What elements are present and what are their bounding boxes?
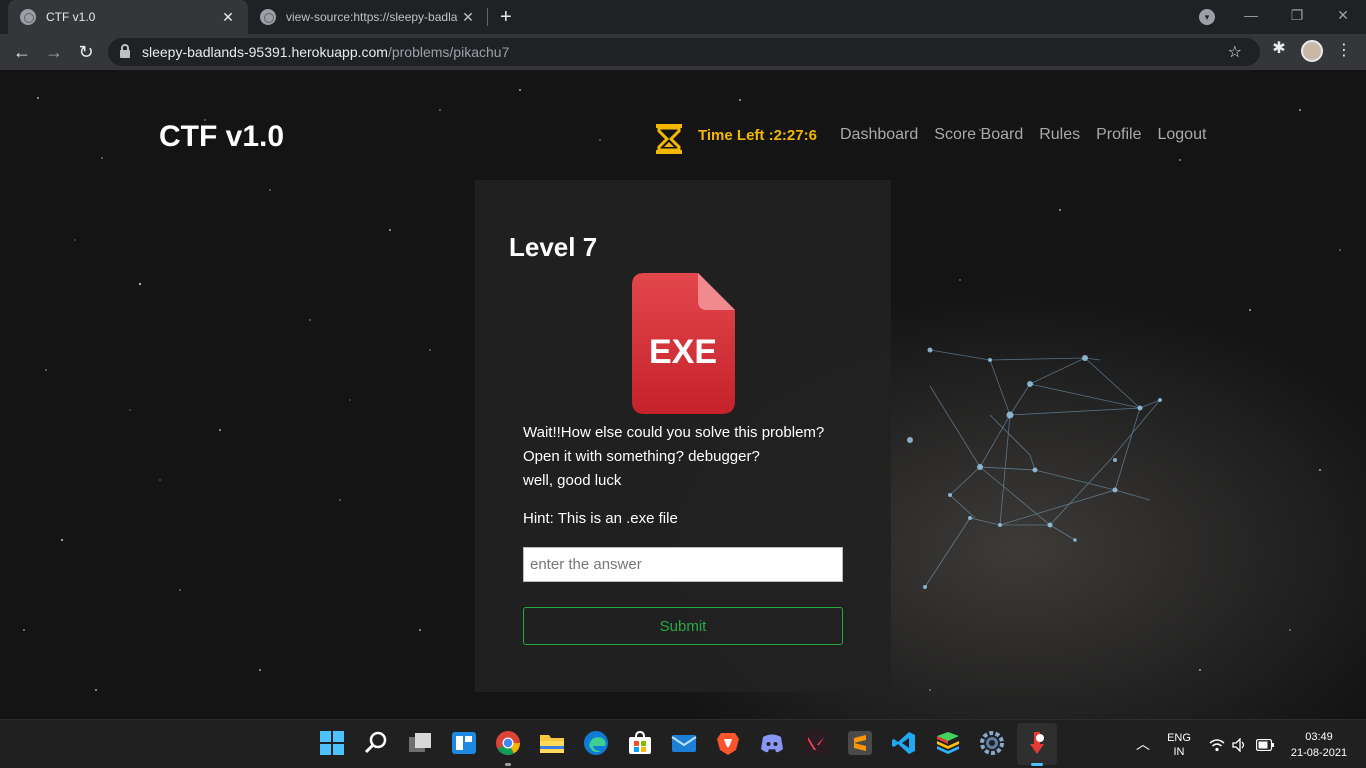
- url-path: /problems/pikachu7: [387, 44, 510, 60]
- chevron-up-icon[interactable]: ︿: [1136, 734, 1150, 754]
- avatar[interactable]: [1301, 40, 1323, 62]
- language-indicator[interactable]: ENG IN: [1162, 731, 1196, 759]
- reload-icon[interactable]: ↻: [72, 38, 100, 66]
- back-icon[interactable]: ←: [8, 38, 36, 66]
- hourglass-icon: [656, 124, 682, 154]
- store-icon[interactable]: [627, 730, 653, 756]
- globe-icon: [20, 9, 36, 25]
- active-indicator: [1031, 763, 1043, 766]
- tab-view-source[interactable]: view-source:https://sleepy-badla ✕: [248, 0, 488, 34]
- window-close-icon[interactable]: ✕: [1320, 0, 1366, 30]
- tab-divider: [487, 8, 488, 26]
- description-line: Open it with something? debugger?: [523, 448, 760, 465]
- taskbar: ︿ ENG IN 03:49 21-08-2021: [0, 719, 1366, 768]
- task-view-icon[interactable]: [407, 730, 433, 756]
- bluestacks-icon[interactable]: [935, 730, 961, 756]
- tab-title: CTF v1.0: [46, 10, 96, 24]
- vscode-icon[interactable]: [891, 730, 917, 756]
- exe-file-icon[interactable]: EXE: [632, 273, 735, 414]
- submit-button[interactable]: Submit: [523, 607, 843, 645]
- brave-icon[interactable]: [715, 730, 741, 756]
- tab-title: view-source:https://sleepy-badla: [286, 10, 458, 24]
- running-indicator: [505, 763, 511, 766]
- close-tab-icon[interactable]: ✕: [220, 9, 236, 26]
- tab-ctf[interactable]: CTF v1.0 ✕: [8, 0, 248, 34]
- windows-start-icon[interactable]: [319, 730, 345, 756]
- clock-time: 03:49: [1305, 731, 1333, 743]
- nav-rules[interactable]: Rules: [1039, 126, 1080, 144]
- tab-search-icon[interactable]: ▾: [1199, 9, 1215, 25]
- url-host: sleepy-badlands-95391.herokuapp.com: [142, 44, 388, 60]
- mail-icon[interactable]: [671, 730, 697, 756]
- main-nav: Dashboard Score Board Rules Profile Logo…: [840, 126, 1206, 144]
- time-left: Time Left :2:27:6: [698, 127, 817, 144]
- restore-icon[interactable]: ❐: [1274, 0, 1320, 30]
- extensions-icon[interactable]: ✱: [1268, 38, 1290, 60]
- battery-icon[interactable]: [1256, 739, 1274, 751]
- globe-icon: [260, 9, 276, 25]
- page-content: CTF v1.0 Time Left :2:27:6 Dashboard Sco…: [0, 70, 1366, 719]
- problem-description: Wait!!How else could you solve this prob…: [523, 421, 863, 493]
- address-bar[interactable]: sleepy-badlands-95391.herokuapp.com/prob…: [108, 38, 1260, 66]
- nav-score-board[interactable]: Score Board: [934, 126, 1023, 144]
- clock-date: 21-08-2021: [1290, 747, 1348, 759]
- nav-profile[interactable]: Profile: [1096, 126, 1141, 144]
- description-line: Wait!!How else could you solve this prob…: [523, 424, 825, 441]
- wifi-icon[interactable]: [1209, 738, 1225, 752]
- brand-logo[interactable]: CTF v1.0: [159, 120, 284, 154]
- search-icon[interactable]: [363, 730, 389, 756]
- file-explorer-icon[interactable]: [539, 730, 565, 756]
- settings-icon[interactable]: [979, 730, 1005, 756]
- exe-label: EXE: [649, 333, 717, 371]
- sublime-text-icon[interactable]: [847, 730, 873, 756]
- level-title: Level 7: [509, 232, 598, 262]
- clock[interactable]: 03:49 21-08-2021: [1286, 730, 1352, 760]
- lock-icon[interactable]: [120, 44, 130, 58]
- nav-dashboard[interactable]: Dashboard: [840, 126, 918, 144]
- problem-card: Level 7 EXE Wait!!How else could you sol…: [475, 180, 891, 692]
- browser-toolbar: ← → ↻ sleepy-badlands-95391.herokuapp.co…: [0, 34, 1366, 70]
- answer-input[interactable]: [523, 547, 843, 582]
- valorant-icon[interactable]: [803, 730, 829, 756]
- forward-icon[interactable]: →: [40, 38, 68, 66]
- volume-icon[interactable]: [1232, 738, 1248, 752]
- widgets-icon[interactable]: [451, 730, 477, 756]
- close-tab-icon[interactable]: ✕: [460, 9, 476, 26]
- new-tab-button[interactable]: +: [500, 5, 512, 29]
- region-code: IN: [1173, 746, 1185, 758]
- chrome-icon[interactable]: [495, 730, 521, 756]
- hint-text: Hint: This is an .exe file: [523, 510, 678, 527]
- edge-icon[interactable]: [583, 730, 609, 756]
- language-code: ENG: [1167, 732, 1191, 744]
- bookmark-star-icon[interactable]: ☆: [1228, 42, 1242, 62]
- tab-strip: CTF v1.0 ✕ view-source:https://sleepy-ba…: [0, 0, 1366, 34]
- app-icon[interactable]: [1024, 730, 1050, 756]
- minimize-icon[interactable]: —: [1228, 0, 1274, 30]
- menu-icon[interactable]: ⋮: [1336, 40, 1352, 62]
- nav-logout[interactable]: Logout: [1157, 126, 1206, 144]
- discord-icon[interactable]: [759, 730, 785, 756]
- description-line: well, good luck: [523, 472, 622, 489]
